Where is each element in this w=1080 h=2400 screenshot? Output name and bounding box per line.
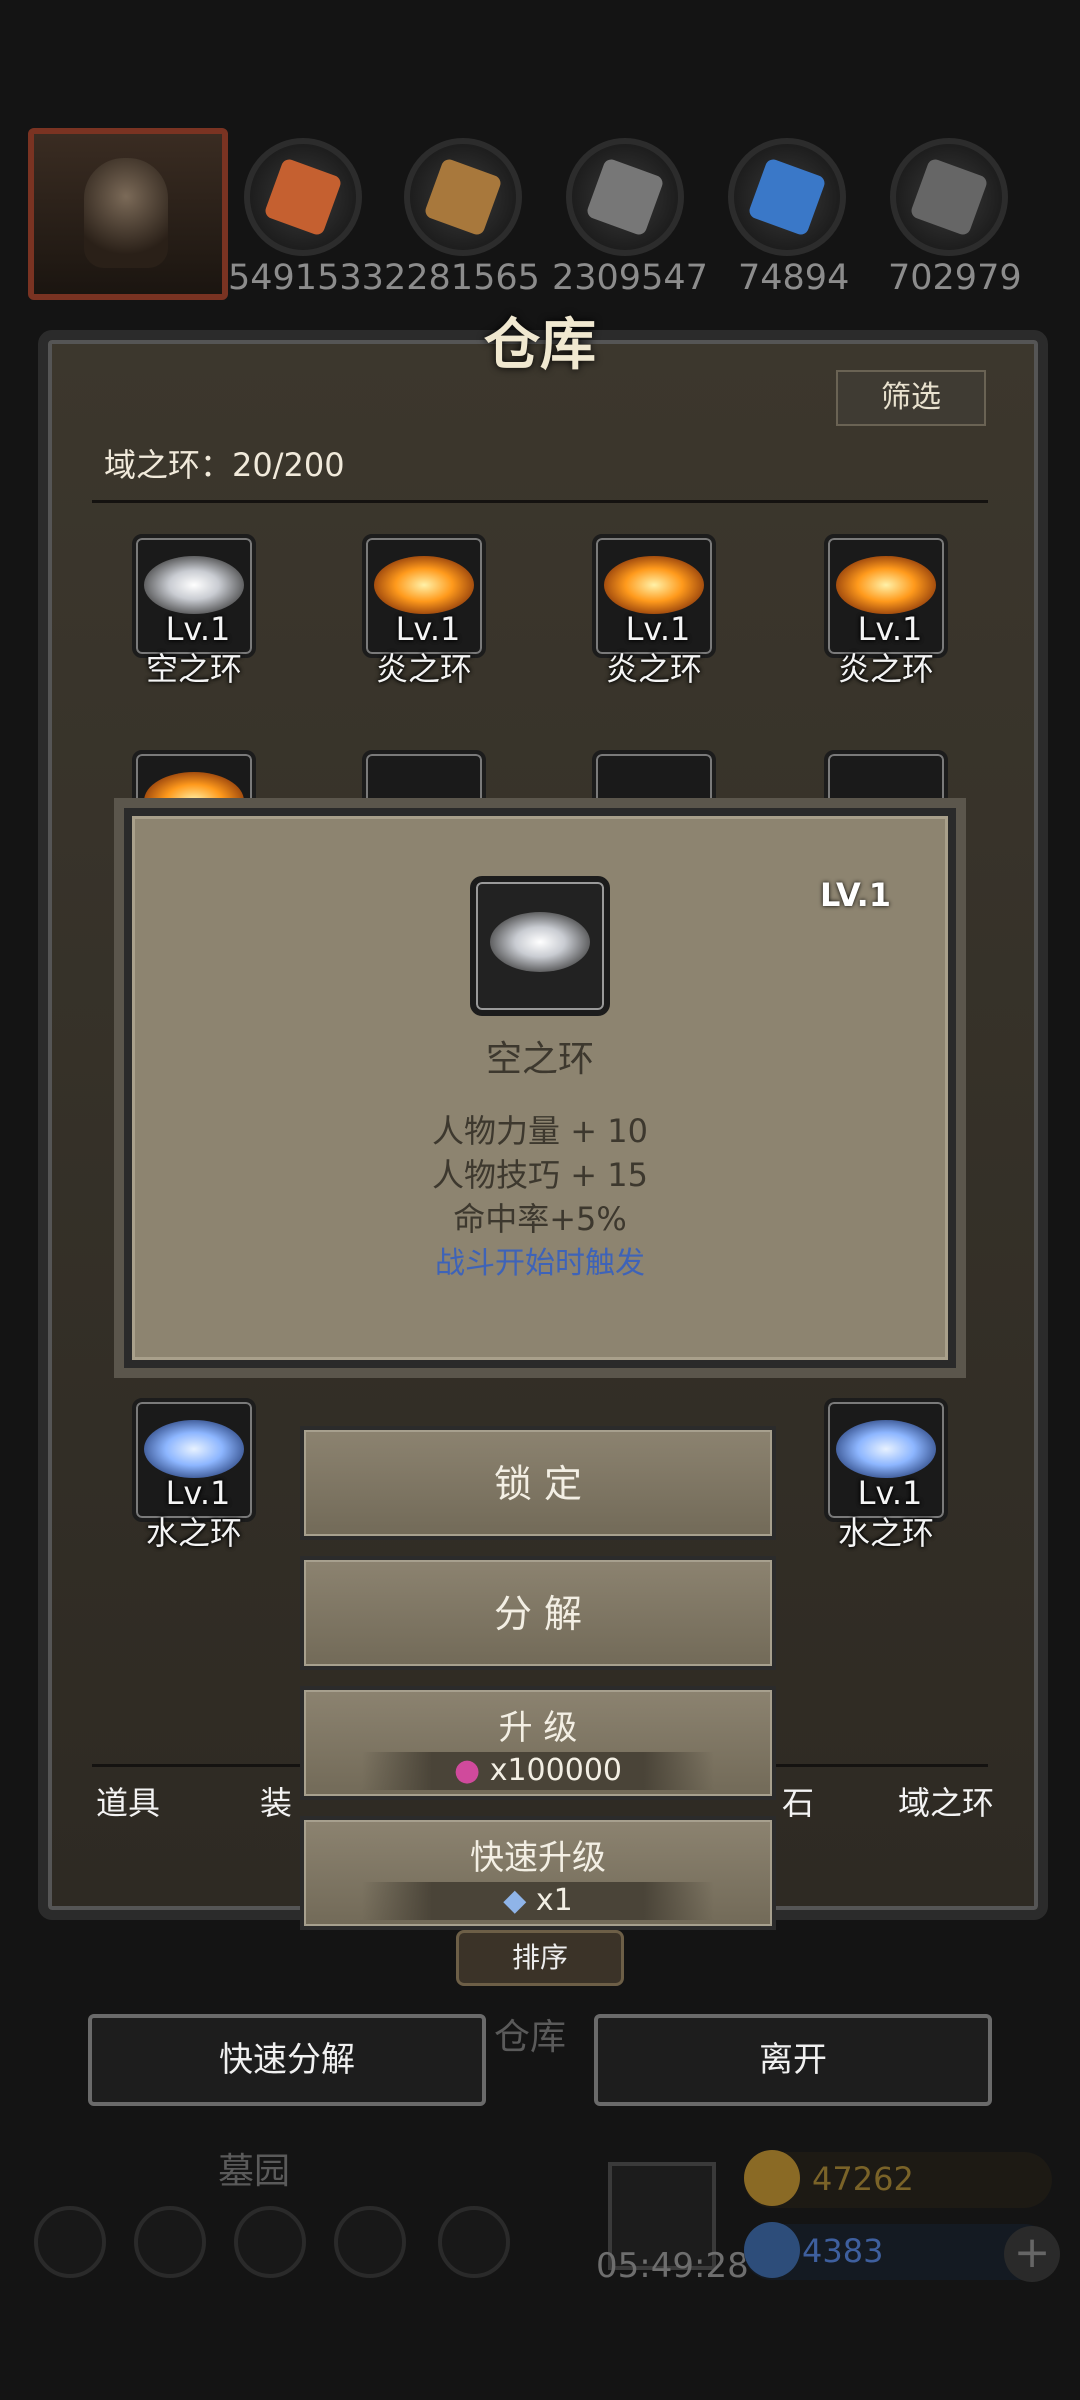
tab-stones[interactable]: 石 — [782, 1778, 814, 1824]
quick-upgrade-cost: ◆ x1 — [362, 1882, 714, 1920]
bg-graveyard-label: 墓园 — [218, 2151, 291, 2192]
building-icon[interactable] — [234, 2206, 306, 2278]
mail-icon[interactable] — [334, 2206, 406, 2278]
slot-level: Lv.1 — [165, 610, 231, 648]
air-ring-icon — [144, 556, 244, 614]
ring-slot-air[interactable]: Lv.1 — [132, 534, 256, 658]
water-ring-icon — [836, 1420, 936, 1478]
soul-gem-icon: ● — [453, 1753, 481, 1788]
fire-ring-icon — [604, 556, 704, 614]
slot-level: Lv.1 — [857, 1474, 923, 1512]
resource-iron-icon — [566, 138, 684, 256]
ring-slot[interactable] — [824, 750, 948, 810]
gold-coin-icon — [744, 2150, 800, 2206]
slot-name: 空之环 — [145, 650, 242, 688]
tooltip-item-icon — [470, 876, 610, 1016]
settings-icon[interactable] — [34, 2206, 106, 2278]
tooltip-stat: 人物技巧 + 15 — [432, 1156, 648, 1194]
gold-value: 47262 — [812, 2160, 914, 2198]
quick-upgrade-cost-value: x1 — [535, 1883, 573, 1918]
gold-counter: 47262 — [744, 2150, 1052, 2208]
slot-level: Lv.1 — [165, 1474, 231, 1512]
slot-name: 炎之环 — [837, 650, 934, 688]
tab-domain-rings[interactable]: 域之环 — [898, 1778, 994, 1824]
water-ring-icon — [144, 1420, 244, 1478]
air-ring-icon — [490, 912, 590, 972]
divider — [92, 500, 988, 503]
resource-iron-value: 2309547 — [552, 258, 708, 298]
tooltip-stat: 命中率+5% — [453, 1200, 627, 1238]
gem-icon — [744, 2222, 800, 2278]
lock-button[interactable]: 锁 定 — [300, 1426, 776, 1540]
bg-warehouse-label: 仓库 — [494, 2017, 567, 2058]
slot-name: 炎之环 — [605, 650, 702, 688]
panel-title: 仓库 — [484, 313, 596, 378]
event-timer: 05:49:28 — [596, 2246, 749, 2286]
fire-ring-icon — [836, 556, 936, 614]
upgrade-label: 升 级 — [498, 1708, 578, 1748]
ring-slot[interactable] — [362, 750, 486, 810]
ring-slot-fire[interactable]: Lv.1 — [824, 534, 948, 658]
slot-level: Lv.1 — [857, 610, 923, 648]
quick-upgrade-button[interactable]: 快速升级 ◆ x1 — [300, 1816, 776, 1930]
tab-equipment[interactable]: 装 — [260, 1778, 292, 1824]
player-avatar[interactable] — [28, 128, 228, 300]
resource-wood-value: 2281565 — [384, 258, 540, 298]
slot-level: Lv.1 — [625, 610, 691, 648]
upgrade-button[interactable]: 升 级 ● x100000 — [300, 1686, 776, 1800]
resource-wood-icon — [404, 138, 522, 256]
ring-slot-fire[interactable]: Lv.1 — [592, 534, 716, 658]
ring-slot-fire[interactable] — [132, 750, 256, 810]
slot-level: Lv.1 — [395, 610, 461, 648]
resource-meat-value: 5491533 — [228, 258, 384, 298]
add-currency-icon[interactable]: + — [1004, 2226, 1060, 2282]
capacity-label: 域之环：20/200 — [104, 446, 345, 484]
tooltip-trigger: 战斗开始时触发 — [435, 1246, 645, 1281]
slot-name: 水之环 — [145, 1514, 242, 1552]
tab-items[interactable]: 道具 — [96, 1778, 160, 1824]
ring-slot[interactable] — [592, 750, 716, 810]
resource-crystal-value: 74894 — [738, 258, 850, 298]
resource-stone-value: 702979 — [888, 258, 1022, 298]
ring-slot-fire[interactable]: Lv.1 — [362, 534, 486, 658]
slot-name: 水之环 — [837, 1514, 934, 1552]
gem-value: 4383 — [802, 2232, 884, 2270]
sort-button[interactable]: 排序 — [456, 1930, 624, 1986]
fire-ring-icon — [144, 772, 244, 806]
filter-button[interactable]: 筛选 — [836, 370, 986, 426]
quick-decompose-button[interactable]: 快速分解 — [88, 2014, 486, 2106]
decompose-button[interactable]: 分 解 — [300, 1556, 776, 1670]
tooltip-stat: 人物力量 + 10 — [432, 1112, 648, 1150]
resource-meat-icon — [244, 138, 362, 256]
resource-crystal-icon — [728, 138, 846, 256]
slot-name: 炎之环 — [375, 650, 472, 688]
quick-upgrade-label: 快速升级 — [470, 1838, 606, 1878]
leave-button[interactable]: 离开 — [594, 2014, 992, 2106]
ring-slot-water[interactable]: Lv.1 — [132, 1398, 256, 1522]
resource-stone-icon — [890, 138, 1008, 256]
tooltip-level: LV.1 — [820, 876, 892, 914]
tooltip-item-name: 空之环 — [485, 1039, 594, 1080]
shop-icon[interactable] — [438, 2206, 510, 2278]
achievement-icon[interactable] — [134, 2206, 206, 2278]
upgrade-cost: ● x100000 — [362, 1752, 714, 1790]
scroll-icon: ◆ — [503, 1883, 527, 1918]
upgrade-cost-value: x100000 — [489, 1753, 622, 1788]
ring-slot-water[interactable]: Lv.1 — [824, 1398, 948, 1522]
fire-ring-icon — [374, 556, 474, 614]
